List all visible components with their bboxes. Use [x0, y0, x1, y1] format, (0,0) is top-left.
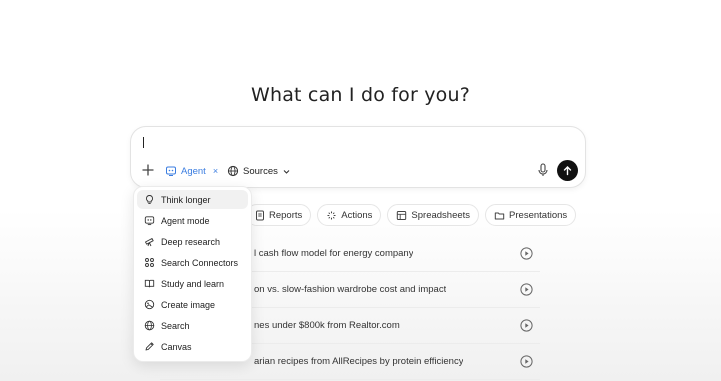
text-cursor [143, 137, 144, 148]
menu-item-label: Agent mode [161, 215, 210, 226]
lightbulb-icon [146, 195, 153, 205]
play-icon[interactable] [520, 247, 533, 260]
chip-label: Reports [269, 209, 303, 221]
quick-action-chips: Reports Actions Spreadsheets Presentatio… [246, 204, 577, 226]
book-icon [144, 279, 155, 288]
chip-label: Actions [341, 209, 373, 221]
tools-menu: Think longer Agent mode Deep research Se… [133, 186, 252, 362]
microphone-icon[interactable] [536, 162, 550, 178]
prompt-composer[interactable]: Agent × Sources [130, 126, 586, 188]
agent-icon [166, 166, 176, 176]
sparkle-icon [327, 211, 336, 219]
menu-item-create-image[interactable]: Create image [137, 295, 248, 314]
globe-icon [227, 165, 239, 177]
menu-item-deep-research[interactable]: Deep research [137, 232, 248, 251]
chip-presentations[interactable]: Presentations [485, 204, 577, 226]
canvas-icon [145, 342, 154, 351]
menu-item-label: Deep research [161, 236, 221, 247]
chevron-down-icon [283, 169, 290, 174]
play-icon[interactable] [520, 283, 533, 296]
plus-icon[interactable] [141, 163, 155, 177]
globe-icon [144, 320, 155, 331]
image-icon [144, 299, 155, 310]
telescope-icon [145, 238, 154, 247]
agent-chip-label: Agent [181, 165, 206, 177]
chip-actions[interactable]: Actions [317, 204, 382, 226]
chip-label: Presentations [509, 209, 568, 221]
play-icon[interactable] [520, 355, 533, 368]
agent-mode-chip[interactable]: Agent × [165, 163, 218, 179]
chip-spreadsheets[interactable]: Spreadsheets [387, 204, 480, 226]
play-icon[interactable] [520, 319, 533, 332]
menu-item-label: Search [161, 320, 190, 331]
menu-item-label: Think longer [161, 194, 211, 205]
page-headline: What can I do for you? [250, 84, 471, 106]
table-icon [397, 210, 407, 220]
menu-item-label: Search Connectors [161, 257, 239, 268]
remove-agent-button[interactable]: × [213, 166, 218, 176]
menu-item-agent-mode[interactable]: Agent mode [137, 211, 248, 230]
menu-item-study-and-learn[interactable]: Study and learn [137, 274, 248, 293]
menu-item-search[interactable]: Search [137, 316, 248, 335]
arrow-up-icon [563, 166, 572, 176]
menu-item-think-longer[interactable]: Think longer [137, 190, 248, 209]
chip-label: Spreadsheets [411, 209, 471, 221]
menu-item-label: Canvas [161, 341, 192, 352]
menu-item-canvas[interactable]: Canvas [137, 337, 248, 356]
folder-icon [494, 212, 505, 219]
menu-item-label: Create image [161, 299, 216, 310]
sources-dropdown[interactable]: Sources [227, 163, 291, 179]
sources-label: Sources [243, 165, 278, 177]
menu-item-search-connectors[interactable]: Search Connectors [137, 253, 248, 272]
connectors-icon [145, 258, 154, 267]
menu-item-label: Study and learn [161, 278, 225, 289]
chip-reports[interactable]: Reports [246, 204, 312, 226]
agent-icon [144, 216, 155, 226]
send-button[interactable] [557, 160, 578, 181]
document-icon [256, 210, 264, 220]
